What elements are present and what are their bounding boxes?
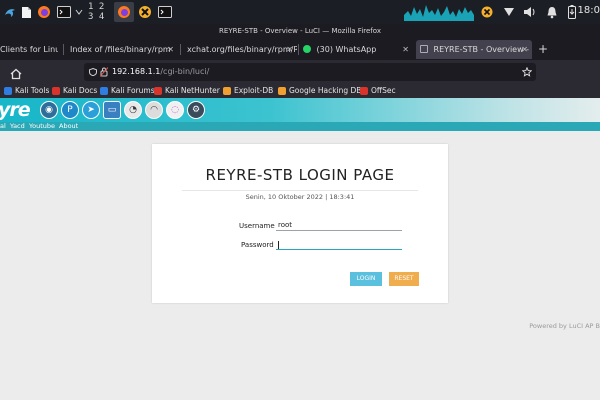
battery-icon[interactable]	[566, 2, 578, 22]
kali-tools-icon	[4, 87, 12, 95]
bell-icon[interactable]	[545, 2, 559, 22]
tab-strip: Clients for Linu Index of /files/binary/…	[0, 38, 600, 60]
url-host: 192.168.1.1	[112, 67, 161, 76]
firefox-launcher-icon[interactable]	[36, 2, 52, 22]
whatsapp-icon	[303, 45, 311, 53]
passwall-icon[interactable]: P	[61, 101, 79, 119]
telegram-icon[interactable]: ➤	[82, 101, 100, 119]
bookmark-label: OffSec	[371, 86, 396, 95]
kali-nethunter-icon	[154, 87, 162, 95]
bookmark-label: Kali Docs	[63, 86, 98, 95]
header-band: yre ◉ P ➤ ▭ ◔ ◠ ◌ ⚙	[0, 98, 600, 122]
bookmark-star-icon	[522, 67, 532, 77]
bookmark-label: Exploit-DB	[234, 86, 274, 95]
bookmark-label: Kali NetHunter	[165, 86, 220, 95]
tab-label: REYRE-STB - Overview - L	[433, 45, 532, 54]
menu-item-youtube[interactable]: Youtube	[29, 122, 55, 131]
terminal-launcher-icon[interactable]	[56, 2, 72, 22]
divider	[182, 190, 418, 191]
bookmark-offsec[interactable]: OffSec	[360, 84, 396, 98]
tab-xchat-rpm[interactable]: xchat.org/files/binary/rpm/R ✕	[181, 40, 297, 59]
page-icon	[420, 45, 428, 53]
kali-forums-icon	[100, 87, 108, 95]
login-card: REYRE-STB LOGIN PAGE Senin, 10 Oktober 2…	[152, 144, 448, 303]
username-input[interactable]	[276, 220, 402, 231]
login-title: REYRE-STB LOGIN PAGE	[205, 166, 395, 184]
bookmarks-toolbar: Kali Tools Kali Docs Kali Forums Kali Ne…	[0, 84, 600, 98]
tab-index-rpm[interactable]: Index of /files/binary/rpm ✕	[64, 40, 178, 59]
bookmark-exploit-db[interactable]: Exploit-DB	[223, 84, 273, 98]
bookmark-kali-tools[interactable]: Kali Tools	[4, 84, 49, 98]
volume-icon[interactable]	[522, 2, 538, 22]
owl-icon[interactable]: ◉	[40, 101, 58, 119]
url-bar[interactable]: 192.168.1.1/cgi-bin/luci/	[84, 63, 536, 81]
bookmark-label: Kali Tools	[15, 86, 50, 95]
kali-menu-icon[interactable]	[2, 2, 18, 22]
text-caret	[278, 241, 279, 249]
firefox-task-icon[interactable]	[114, 2, 134, 22]
new-tab-button[interactable]: +	[536, 40, 550, 59]
settings-gear-icon[interactable]: ⚙	[187, 101, 205, 119]
password-input[interactable]	[276, 239, 402, 250]
bookmark-label: Kali Forums	[111, 86, 155, 95]
username-label: Username	[239, 222, 275, 230]
close-icon[interactable]: ✕	[167, 40, 174, 59]
bookmark-google-hacking-db[interactable]: Google Hacking DB	[278, 84, 361, 98]
close-icon[interactable]: ✕	[521, 40, 528, 59]
system-taskbar: 1 2 3 4 18:0	[0, 0, 600, 24]
tab-luci-overview[interactable]: REYRE-STB - Overview - L ✕	[416, 40, 532, 59]
clock[interactable]: 18:0	[578, 5, 600, 16]
shield-icon	[89, 68, 97, 76]
folder-icon[interactable]: ▭	[103, 101, 121, 119]
network-icon[interactable]	[503, 2, 515, 22]
home-button[interactable]	[10, 65, 22, 84]
wifi-icon[interactable]: ◠	[145, 101, 163, 119]
menu-item-al[interactable]: al	[0, 122, 6, 131]
bookmark-kali-docs[interactable]: Kali Docs	[52, 84, 97, 98]
menu-item-about[interactable]: About	[59, 122, 78, 131]
cpu-graph-icon	[404, 5, 474, 21]
tab-label: xchat.org/files/binary/rpm/R	[187, 45, 297, 54]
bookmark-label: Google Hacking DB	[289, 86, 362, 95]
close-icon[interactable]: ✕	[402, 40, 409, 59]
plus-icon: +	[538, 42, 549, 56]
tab-clients[interactable]: Clients for Linu	[0, 40, 58, 59]
terminal-task-icon[interactable]	[157, 2, 173, 22]
close-icon[interactable]: ✕	[286, 40, 293, 59]
site-logo[interactable]: yre	[0, 99, 31, 121]
navigation-bar: 192.168.1.1/cgi-bin/luci/	[0, 60, 600, 84]
app-task-icon[interactable]	[137, 2, 153, 22]
lock-warning-icon	[100, 67, 108, 77]
tab-label: Index of /files/binary/rpm	[70, 45, 171, 54]
tab-label: Clients for Linu	[0, 45, 58, 54]
dropdown-icon[interactable]	[74, 2, 84, 22]
menu-bar: al Yacd Youtube About	[0, 122, 600, 131]
bookmark-kali-forums[interactable]: Kali Forums	[100, 84, 155, 98]
password-label: Password	[241, 241, 274, 249]
reset-button[interactable]: RESET	[389, 272, 419, 286]
notification-app-icon[interactable]	[480, 2, 494, 22]
home-icon	[10, 68, 22, 80]
offsec-icon	[360, 87, 368, 95]
gauge-icon[interactable]: ◔	[124, 101, 142, 119]
ghdb-icon	[278, 87, 286, 95]
exploit-db-icon	[223, 87, 231, 95]
workspace-switcher[interactable]: 1 2 3 4	[88, 2, 112, 22]
login-button[interactable]: LOGIN	[350, 272, 382, 286]
page-content: yre ◉ P ➤ ▭ ◔ ◠ ◌ ⚙ al Yacd Youtube Abou…	[0, 98, 600, 400]
file-icon[interactable]	[19, 2, 33, 22]
url-text[interactable]: 192.168.1.1/cgi-bin/luci/	[112, 63, 209, 81]
date-time: Senin, 10 Oktober 2022 | 18:3:41	[245, 193, 355, 201]
kali-docs-icon	[52, 87, 60, 95]
spinner-icon[interactable]: ◌	[166, 101, 184, 119]
window-title: REYRE-STB - Overview - LuCI — Mozilla Fi…	[0, 24, 600, 38]
menu-item-yacd[interactable]: Yacd	[10, 122, 25, 131]
url-path: /cgi-bin/luci/	[160, 67, 210, 76]
tab-label: (30) WhatsApp	[316, 45, 377, 54]
tab-whatsapp[interactable]: (30) WhatsApp ✕	[299, 40, 413, 59]
bookmark-kali-nethunter[interactable]: Kali NetHunter	[154, 84, 220, 98]
powered-by-footer: Powered by LuCI AP B	[529, 322, 600, 330]
